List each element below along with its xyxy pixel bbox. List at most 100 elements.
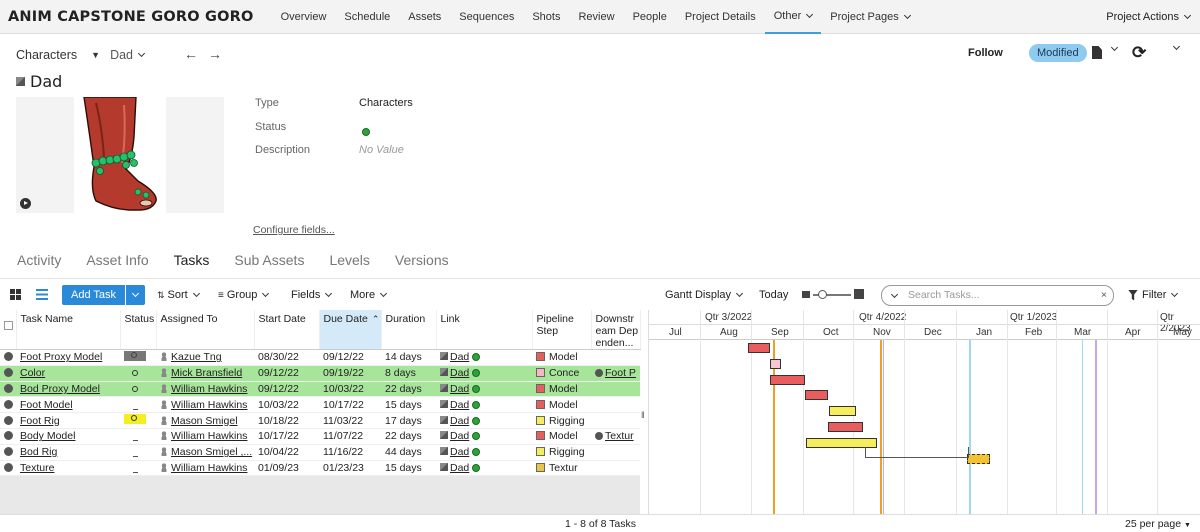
status-value[interactable] (362, 126, 370, 138)
row-check[interactable] (0, 412, 16, 429)
row-check[interactable] (0, 444, 16, 461)
link-cell[interactable]: Dad (436, 444, 532, 461)
pipeline-step-cell[interactable]: Conce (532, 365, 591, 382)
gantt-bar[interactable] (804, 390, 828, 401)
duration-cell[interactable]: 14 days (381, 349, 436, 366)
col-downstream[interactable]: Downstream Dependen... (591, 310, 641, 350)
task-name-link[interactable]: Foot Proxy Model (20, 351, 102, 363)
status-cell[interactable] (120, 381, 156, 398)
add-task-dropdown[interactable] (125, 285, 145, 305)
link-entity[interactable]: Dad (450, 446, 469, 458)
thumbnail-right[interactable] (166, 97, 224, 213)
table-row[interactable]: Color Mick Bransfield 09/12/22 09/19/22 … (0, 365, 640, 382)
nav-schedule[interactable]: Schedule (335, 0, 399, 34)
link-cell[interactable]: Dad (436, 396, 532, 414)
pipeline-step-cell[interactable]: Model (532, 428, 591, 445)
assigned-cell[interactable]: William Hawkins (156, 396, 254, 414)
task-name-link[interactable]: Texture (20, 462, 54, 474)
status-cell[interactable] (120, 444, 156, 461)
select-all-checkbox[interactable] (0, 310, 17, 350)
duration-cell[interactable]: 15 days (381, 396, 436, 414)
task-name-link[interactable]: Foot Model (20, 399, 73, 411)
link-entity[interactable]: Dad (450, 430, 469, 442)
row-check[interactable] (0, 381, 16, 398)
pipeline-step-cell[interactable]: Model (532, 349, 591, 366)
configure-fields-link[interactable]: Configure fields... (253, 224, 335, 236)
task-name-link[interactable]: Bod Rig (20, 446, 57, 458)
tab-activity[interactable]: Activity (17, 252, 61, 268)
duration-cell[interactable]: 17 days (381, 412, 436, 429)
col-assigned-to[interactable]: Assigned To (156, 310, 255, 350)
nav-overview[interactable]: Overview (272, 0, 336, 34)
downstream-cell[interactable] (591, 460, 640, 477)
status-badge[interactable]: Modified (1029, 44, 1087, 62)
type-value[interactable]: Characters (359, 97, 413, 109)
assignee-link[interactable]: William Hawkins (171, 430, 247, 442)
task-name-cell[interactable]: Texture (16, 460, 120, 477)
gantt-bar[interactable] (966, 453, 991, 464)
table-row[interactable]: Texture William Hawkins 01/09/23 01/23/2… (0, 460, 640, 477)
description-value[interactable]: No Value (359, 144, 404, 156)
col-task-name[interactable]: Task Name (16, 310, 121, 350)
col-status[interactable]: Status (120, 310, 157, 350)
thumbnail-left[interactable] (16, 97, 74, 213)
assignee-link[interactable]: William Hawkins (171, 399, 247, 411)
status-cell[interactable] (120, 396, 156, 414)
status-cell[interactable] (120, 349, 156, 366)
link-cell[interactable]: Dad (436, 349, 532, 366)
zoom-slider[interactable] (802, 288, 864, 302)
nav-project-pages[interactable]: Project Pages (821, 0, 918, 34)
due-date-cell[interactable]: 09/19/22 (319, 365, 381, 382)
link-entity[interactable]: Dad (450, 399, 469, 411)
assignee-link[interactable]: William Hawkins (171, 383, 247, 395)
duration-cell[interactable]: 22 days (381, 381, 436, 398)
chevron-down-icon[interactable] (890, 290, 899, 299)
table-row[interactable]: Bod Proxy Model William Hawkins 09/12/22… (0, 381, 640, 398)
task-name-cell[interactable]: Foot Rig (16, 412, 120, 429)
pipeline-step-cell[interactable]: Model (532, 381, 591, 398)
pipeline-step-cell[interactable]: Rigging (532, 412, 591, 429)
link-cell[interactable]: Dad (436, 460, 532, 477)
document-icon[interactable] (1092, 46, 1102, 59)
due-date-cell[interactable]: 01/23/23 (319, 460, 381, 477)
gantt-bar[interactable] (769, 374, 805, 385)
splitter-handle[interactable]: ‖ (641, 410, 645, 420)
task-name-cell[interactable]: Bod Rig (16, 444, 120, 461)
play-icon[interactable] (20, 198, 31, 209)
link-entity[interactable]: Dad (450, 351, 469, 363)
tab-versions[interactable]: Versions (395, 252, 449, 268)
chevron-down-icon[interactable] (1110, 43, 1119, 52)
table-row[interactable]: Foot Rig Mason Smigel 10/18/22 11/03/22 … (0, 412, 640, 429)
assigned-cell[interactable]: William Hawkins (156, 428, 254, 445)
breadcrumb-type[interactable]: Characters (16, 48, 77, 62)
status-cell[interactable] (120, 412, 156, 429)
start-date-cell[interactable]: 09/12/22 (254, 381, 319, 398)
due-date-cell[interactable]: 09/12/22 (319, 349, 381, 366)
col-duration[interactable]: Duration (381, 310, 437, 350)
task-name-link[interactable]: Foot Rig (20, 415, 60, 427)
follow-button[interactable]: Follow (968, 47, 1003, 59)
prev-next-arrows[interactable]: ←→ (184, 46, 232, 62)
assignee-link[interactable]: William Hawkins (171, 462, 247, 474)
row-check[interactable] (0, 349, 16, 366)
downstream-cell[interactable] (591, 381, 640, 398)
thumbnail-main[interactable] (76, 96, 164, 213)
table-row[interactable]: Bod Rig Mason Smigel ,... 10/04/22 11/16… (0, 444, 640, 461)
arrow-right-icon[interactable]: → (208, 46, 232, 62)
list-view-icon[interactable] (36, 289, 48, 300)
clear-search-icon[interactable]: × (1101, 286, 1107, 305)
grid-view-icon[interactable] (10, 289, 21, 300)
gantt-display-menu[interactable]: Gantt Display (665, 289, 744, 301)
start-date-cell[interactable]: 10/03/22 (254, 396, 319, 414)
downstream-cell[interactable] (591, 444, 640, 461)
row-check[interactable] (0, 428, 16, 445)
due-date-cell[interactable]: 10/17/22 (319, 396, 381, 414)
due-date-cell[interactable]: 10/03/22 (319, 381, 381, 398)
start-date-cell[interactable]: 01/09/23 (254, 460, 319, 477)
due-date-cell[interactable]: 11/16/22 (319, 444, 381, 461)
nav-people[interactable]: People (624, 0, 676, 34)
start-date-cell[interactable]: 09/12/22 (254, 365, 319, 382)
arrow-left-icon[interactable]: ← (184, 46, 208, 62)
nav-other[interactable]: Other (764, 0, 822, 34)
assigned-cell[interactable]: Kazue Tng (156, 349, 254, 366)
